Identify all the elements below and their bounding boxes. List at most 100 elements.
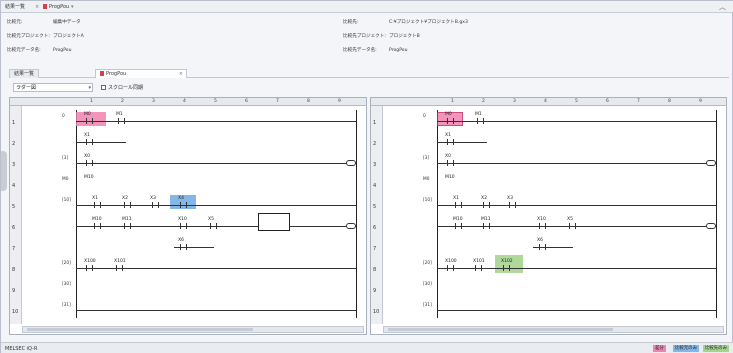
ruler-tick: 4 — [183, 99, 186, 104]
row-number: 1 — [373, 120, 377, 126]
ruler-tick: 3 — [152, 99, 155, 104]
row-number: 10 — [12, 309, 19, 315]
device-label: X1 — [445, 133, 451, 138]
right-power-rail — [356, 110, 357, 318]
device-label: X2 — [122, 196, 128, 201]
row-number: 8 — [373, 267, 377, 273]
tab-progpou[interactable]: ProgPou — [43, 3, 69, 12]
collapse-chevron-icon[interactable]: ︿ — [719, 2, 726, 12]
horizontal-scrollbar[interactable] — [383, 326, 724, 333]
close-icon[interactable]: × — [179, 70, 183, 79]
device-label: X2 — [481, 196, 487, 201]
row-number: 5 — [373, 204, 377, 210]
row-number: 9 — [373, 288, 377, 294]
rung-line — [437, 163, 716, 164]
horizontal-scrollbar[interactable] — [22, 326, 364, 333]
ruler-tick: 2 — [482, 99, 485, 104]
ruler-tick: 1 — [90, 99, 93, 104]
step-number: [10] — [423, 198, 432, 203]
device-label: X101 — [114, 259, 126, 264]
device-label: M1 — [116, 112, 123, 117]
tab-separator: × — [35, 4, 40, 10]
scrollbar-thumb[interactable] — [27, 328, 253, 331]
device-label: X0 — [445, 154, 451, 159]
rung-line — [76, 142, 126, 143]
legend-source-only: 比較元のみ — [673, 345, 699, 352]
rung-line — [76, 226, 356, 227]
inner-tab-results-label: 結果一覧 — [14, 71, 35, 77]
step-number: [20] — [62, 261, 71, 266]
step-number: [3] — [423, 156, 430, 161]
step-number: [3] — [62, 156, 69, 161]
tab-progpou-label: ProgPou — [49, 4, 70, 10]
step-label: M0 — [62, 177, 69, 182]
right-power-rail — [716, 110, 717, 318]
device-label: M10 — [453, 217, 463, 222]
column-ruler: 1 2 3 4 5 6 7 8 9 — [371, 98, 726, 106]
row-number: 10 — [373, 309, 380, 315]
step-number: [30] — [423, 282, 432, 287]
info-target-project: 比較先プロジェクト: プロジェクトB — [343, 34, 420, 39]
view-select-value: ラダー図 — [16, 85, 37, 91]
device-label: X100 — [84, 259, 96, 264]
info-target: 比較先: C:¥プロジェクト¥プロジェクトB.gx3 — [343, 20, 468, 25]
sync-scroll-checkbox[interactable] — [101, 85, 106, 90]
ruler-tick: 2 — [121, 99, 124, 104]
output-coil[interactable] — [706, 160, 716, 166]
inner-tab-results-list[interactable]: 結果一覧 — [9, 69, 40, 78]
chevron-down-icon: ▾ — [88, 85, 91, 91]
row-number-gutter: 1 2 3 4 5 6 7 8 9 10 — [371, 106, 383, 324]
row-number: 5 — [12, 204, 16, 210]
device-label: M10 — [84, 175, 94, 180]
status-bar: MELSEC iQ-R 差分 比較元のみ 比較先のみ — [1, 342, 733, 353]
ruler-tick: 1 — [451, 99, 454, 104]
device-label: X100 — [445, 259, 457, 264]
scrollbar-thumb[interactable] — [388, 328, 613, 331]
program-file-icon — [43, 4, 47, 9]
comparison-info-panel: 比較元: 編集中データ 比較元プロジェクト: プロジェクトA 比較元データ名: Pro… — [7, 15, 728, 63]
ruler-tick: 8 — [307, 99, 310, 104]
rung-line — [437, 268, 716, 269]
row-number: 4 — [12, 183, 16, 189]
row-number: 3 — [373, 162, 377, 168]
ruler-tick: 3 — [513, 99, 516, 104]
step-number: [10] — [62, 198, 71, 203]
changed-block-outline[interactable] — [258, 213, 290, 231]
device-label: M0 — [445, 112, 452, 117]
side-handle[interactable] — [1, 151, 7, 191]
device-label: X10 — [178, 217, 187, 222]
row-number: 6 — [373, 225, 377, 231]
device-label: X6 — [537, 238, 543, 243]
row-number: 8 — [12, 267, 16, 273]
device-label: X1 — [453, 196, 459, 201]
inner-tab-progpou[interactable]: ProgPou × — [95, 69, 187, 78]
info-target-data: 比較先データ名: ProgPou — [343, 48, 408, 53]
device-label: M11 — [122, 217, 132, 222]
step-number: [20] — [423, 261, 432, 266]
rung-line — [533, 247, 573, 248]
device-label: X5 — [208, 217, 214, 222]
ruler-tick: 6 — [245, 99, 248, 104]
tab-dropdown-icon[interactable]: ▾ — [71, 3, 74, 12]
device-label: X3 — [507, 196, 513, 201]
device-label: X0 — [84, 154, 90, 159]
rung-line — [76, 121, 356, 122]
ruler-tick: 4 — [544, 99, 547, 104]
output-coil[interactable] — [346, 223, 356, 229]
ladder-pane-target[interactable]: 1 2 3 4 5 6 7 8 9 1 2 3 4 5 6 7 8 9 10 0… — [370, 97, 727, 335]
output-coil[interactable] — [346, 160, 356, 166]
info-source-data: 比較元データ名: ProgPou — [7, 48, 72, 53]
view-select[interactable]: ラダー図 ▾ — [13, 83, 93, 92]
device-label: M11 — [481, 217, 491, 222]
output-coil[interactable] — [706, 223, 716, 229]
row-number-gutter: 1 2 3 4 5 6 7 8 9 10 — [10, 106, 22, 324]
row-number: 3 — [12, 162, 16, 168]
tab-results-list[interactable]: 結果一覧 — [5, 3, 25, 12]
rung-line — [437, 310, 716, 311]
row-number: 1 — [12, 120, 16, 126]
sync-scroll-option[interactable]: スクロール同期 — [101, 84, 143, 91]
rung-line — [76, 268, 356, 269]
rung-line — [76, 163, 356, 164]
ladder-pane-source[interactable]: 1 2 3 4 5 6 7 8 9 1 2 3 4 5 6 7 8 9 10 0… — [9, 97, 367, 335]
device-label: X4 — [178, 196, 184, 201]
